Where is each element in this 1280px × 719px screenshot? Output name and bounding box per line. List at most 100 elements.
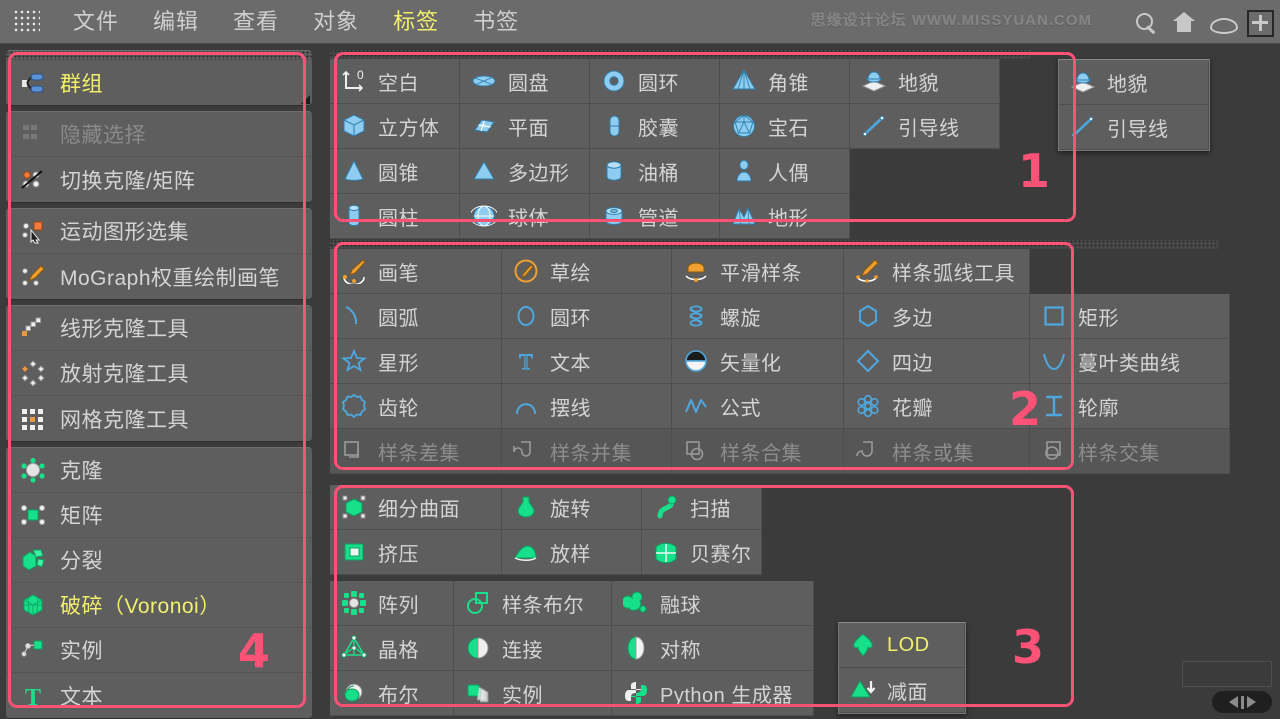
- pan-nav-widget[interactable]: [1212, 691, 1272, 713]
- tool-cell-LOD[interactable]: LOD: [839, 623, 965, 668]
- tool-cell-画笔[interactable]: 画笔: [330, 249, 502, 294]
- tool-cell-摆线[interactable]: 摆线: [502, 384, 672, 429]
- home-icon[interactable]: [1171, 9, 1197, 37]
- tool-cell-引导线[interactable]: 引导线: [850, 104, 1000, 149]
- menu-item-4[interactable]: 标签: [376, 0, 456, 44]
- tool-cell-贝赛尔[interactable]: 贝赛尔: [642, 530, 762, 575]
- tool-cell-挤压[interactable]: 挤压: [330, 530, 502, 575]
- sidebar-item-文本[interactable]: T文本: [6, 673, 312, 718]
- tool-cell-宝石[interactable]: 宝石: [720, 104, 850, 149]
- sidebar-item-网格克隆工具[interactable]: 网格克隆工具: [6, 396, 312, 441]
- watermark: 思缘设计论坛 WWW.MISSYUAN.COM: [811, 9, 1092, 30]
- primitives-palette: 0空白圆盘圆环角锥地貌立方体平面胶囊宝石引导线圆锥多边形油桶人偶圆柱球体管道地形: [330, 50, 1040, 239]
- sidebar-item-切换克隆/矩阵[interactable]: 切换克隆/矩阵: [6, 157, 312, 202]
- tool-cell-螺旋[interactable]: 螺旋: [672, 294, 844, 339]
- tool-cell-圆环[interactable]: 圆环: [502, 294, 672, 339]
- tool-cell-融球[interactable]: 融球: [612, 581, 814, 626]
- tool-cell-平滑样条[interactable]: 平滑样条: [672, 249, 844, 294]
- tool-cell-实例[interactable]: 实例: [454, 671, 612, 716]
- tool-cell-人偶[interactable]: 人偶: [720, 149, 850, 194]
- sketch-icon: [502, 258, 550, 284]
- sidebar-grip[interactable]: [6, 51, 312, 60]
- tool-cell-阵列[interactable]: 阵列: [330, 581, 454, 626]
- sidebar-item-群组[interactable]: 群组: [6, 60, 312, 105]
- nav-left-arrow-icon[interactable]: [1229, 696, 1238, 708]
- tool-cell-empty: [1030, 249, 1230, 294]
- palette-grip-1[interactable]: [330, 50, 1030, 59]
- sphere-icon: [460, 203, 508, 229]
- sidebar-item-放射克隆工具[interactable]: 放射克隆工具: [6, 351, 312, 396]
- tool-cell-油桶[interactable]: 油桶: [590, 149, 720, 194]
- tool-cell-蔓叶类曲线[interactable]: 蔓叶类曲线: [1030, 339, 1230, 384]
- tool-cell-花瓣[interactable]: 花瓣: [844, 384, 1030, 429]
- mograph-text-icon: T: [6, 683, 60, 709]
- tool-cell-对称[interactable]: 对称: [612, 626, 814, 671]
- tool-cell-角锥[interactable]: 角锥: [720, 59, 850, 104]
- tool-cell-文本[interactable]: T文本: [502, 339, 672, 384]
- menu-item-3[interactable]: 对象: [296, 0, 376, 44]
- tool-cell-样条布尔[interactable]: 样条布尔: [454, 581, 612, 626]
- lod-icon: [839, 632, 887, 658]
- nav-right-arrow-icon[interactable]: [1247, 696, 1256, 708]
- tool-cell-矢量化[interactable]: 矢量化: [672, 339, 844, 384]
- tool-cell-齿轮[interactable]: 齿轮: [330, 384, 502, 429]
- tool-cell-空白[interactable]: 0空白: [330, 59, 460, 104]
- sidebar-item-矩阵[interactable]: 矩阵: [6, 493, 312, 538]
- tool-cell-放样[interactable]: 放样: [502, 530, 642, 575]
- mograph-weight-brush-icon: [6, 264, 60, 290]
- tool-cell-引导线[interactable]: 引导线: [1059, 105, 1209, 150]
- search-icon[interactable]: [1133, 9, 1159, 37]
- menu-item-5[interactable]: 书签: [456, 0, 536, 44]
- tool-cell-球体[interactable]: 球体: [460, 194, 590, 239]
- tool-cell-减面[interactable]: 减面: [839, 668, 965, 713]
- palette-grip-2[interactable]: [330, 240, 1218, 249]
- tool-cell-label: 地貌: [1107, 68, 1148, 97]
- tool-cell-布尔[interactable]: 布尔: [330, 671, 454, 716]
- annotation-number-1: 1: [1018, 148, 1050, 194]
- tool-cell-地貌[interactable]: 地貌: [850, 59, 1000, 104]
- eye-icon[interactable]: [1209, 9, 1235, 37]
- sidebar-item-MoGraph权重绘制画笔[interactable]: MoGraph权重绘制画笔: [6, 254, 312, 299]
- grip-dots-icon[interactable]: [14, 10, 40, 34]
- tool-cell-公式[interactable]: 公式: [672, 384, 844, 429]
- sidebar-item-线形克隆工具[interactable]: 线形克隆工具: [6, 306, 312, 351]
- menu-item-2[interactable]: 查看: [216, 0, 296, 44]
- tool-cell-地形[interactable]: 地形: [720, 194, 850, 239]
- tool-cell-地貌[interactable]: 地貌: [1059, 60, 1209, 105]
- tool-cell-样条弧线工具[interactable]: 样条弧线工具: [844, 249, 1030, 294]
- tool-cell-扫描[interactable]: 扫描: [642, 485, 762, 530]
- tool-cell-矩形[interactable]: 矩形: [1030, 294, 1230, 339]
- tool-cell-平面[interactable]: 平面: [460, 104, 590, 149]
- tool-cell-圆锥[interactable]: 圆锥: [330, 149, 460, 194]
- tool-cell-晶格[interactable]: 晶格: [330, 626, 454, 671]
- tool-cell-多边形[interactable]: 多边形: [460, 149, 590, 194]
- tool-cell-星形[interactable]: 星形: [330, 339, 502, 384]
- tool-cell-旋转[interactable]: 旋转: [502, 485, 642, 530]
- plane-icon: [460, 113, 508, 139]
- capsule-icon: [590, 113, 638, 139]
- tool-cell-草绘[interactable]: 草绘: [502, 249, 672, 294]
- sidebar-item-分裂[interactable]: 分裂: [6, 538, 312, 583]
- sidebar-item-克隆[interactable]: 克隆: [6, 448, 312, 493]
- tool-cell-圆弧[interactable]: 圆弧: [330, 294, 502, 339]
- tool-cell-label: 样条布尔: [502, 589, 584, 618]
- tool-cell-管道[interactable]: 管道: [590, 194, 720, 239]
- menu-item-0[interactable]: 文件: [56, 0, 136, 44]
- tool-cell-轮廓[interactable]: 轮廓: [1030, 384, 1230, 429]
- tool-cell-胶囊[interactable]: 胶囊: [590, 104, 720, 149]
- sidebar-item-破碎（Voronoi）[interactable]: 破碎（Voronoi）: [6, 583, 312, 628]
- tool-cell-Python 生成器[interactable]: Python 生成器: [612, 671, 814, 716]
- tool-cell-圆柱[interactable]: 圆柱: [330, 194, 460, 239]
- add-view-icon[interactable]: [1247, 10, 1274, 37]
- tool-cell-圆盘[interactable]: 圆盘: [460, 59, 590, 104]
- tool-cell-四边[interactable]: 四边: [844, 339, 1030, 384]
- tool-cell-多边[interactable]: 多边: [844, 294, 1030, 339]
- tool-cell-细分曲面[interactable]: 细分曲面: [330, 485, 502, 530]
- tool-cell-label: 融球: [660, 589, 701, 618]
- tool-cell-立方体[interactable]: 立方体: [330, 104, 460, 149]
- flyout-corner-icon[interactable]: [301, 95, 310, 104]
- sidebar-item-运动图形选集[interactable]: 运动图形选集: [6, 209, 312, 254]
- menu-item-1[interactable]: 编辑: [136, 0, 216, 44]
- tool-cell-圆环[interactable]: 圆环: [590, 59, 720, 104]
- tool-cell-连接[interactable]: 连接: [454, 626, 612, 671]
